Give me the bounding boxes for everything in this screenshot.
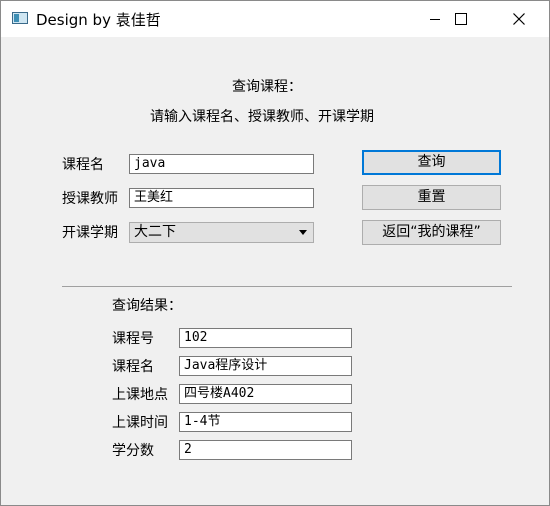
close-button[interactable] [496, 1, 542, 37]
title-bar[interactable]: Design by 袁佳哲 [1, 1, 549, 37]
result-time-label: 上课时间 [112, 415, 168, 431]
window-title: Design by 袁佳哲 [36, 11, 161, 29]
semester-dropdown[interactable]: 大二下 [129, 222, 314, 243]
result-location-label: 上课地点 [112, 387, 168, 403]
semester-selected-value: 大二下 [134, 224, 176, 240]
result-course-name-field[interactable]: Java程序设计 [179, 356, 352, 376]
course-name-label: 课程名 [62, 157, 104, 173]
results-heading: 查询结果： [112, 298, 182, 314]
teacher-label: 授课教师 [62, 191, 118, 207]
dropdown-arrow-icon [299, 230, 307, 235]
result-course-id-field[interactable]: 102 [179, 328, 352, 348]
result-location-field[interactable]: 四号楼A402 [179, 384, 352, 404]
query-heading: 查询课程： [232, 79, 302, 95]
back-to-my-courses-button[interactable]: 返回“我的课程” [362, 220, 501, 245]
maximize-icon [455, 13, 467, 25]
query-instruction: 请输入课程名、授课教师、开课学期 [150, 109, 374, 125]
result-course-id-label: 课程号 [112, 331, 154, 347]
app-window-icon [12, 12, 28, 24]
course-name-input[interactable]: java [129, 154, 314, 174]
close-icon [513, 13, 525, 25]
result-course-name-label: 课程名 [112, 359, 154, 375]
maximize-button[interactable] [438, 1, 484, 37]
result-credits-field[interactable]: 2 [179, 440, 352, 460]
result-credits-label: 学分数 [112, 443, 154, 459]
app-window: Design by 袁佳哲 查询课程： 请输入课程名、授课教师、开课学期 课程名… [0, 0, 550, 506]
section-divider [62, 286, 512, 287]
reset-button[interactable]: 重置 [362, 185, 501, 210]
result-time-field[interactable]: 1-4节 [179, 412, 352, 432]
semester-label: 开课学期 [62, 225, 118, 241]
teacher-input[interactable]: 王美红 [129, 188, 314, 208]
query-button[interactable]: 查询 [362, 150, 501, 175]
